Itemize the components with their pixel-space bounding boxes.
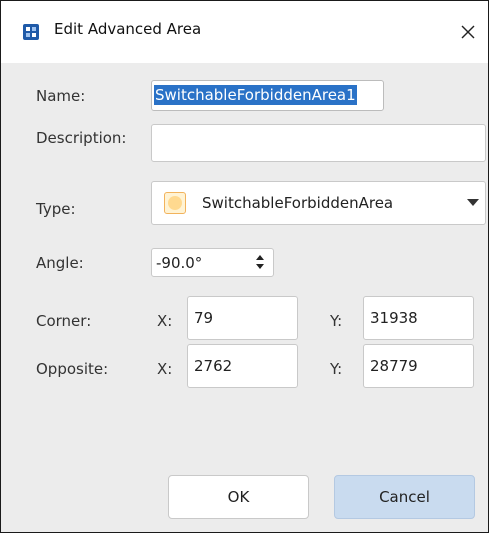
angle-label: Angle: — [36, 254, 84, 272]
corner-label: Corner: — [36, 312, 92, 330]
cancel-button[interactable]: Cancel — [334, 475, 475, 519]
spin-down-icon[interactable] — [256, 264, 264, 269]
description-label: Description: — [36, 129, 127, 147]
opposite-label: Opposite: — [36, 360, 109, 378]
opposite-y-label: Y: — [330, 360, 343, 378]
ok-button[interactable]: OK — [168, 475, 309, 519]
close-icon — [461, 25, 475, 38]
opposite-x-field[interactable] — [187, 344, 298, 388]
grid-app-icon — [23, 24, 39, 40]
opposite-y-field[interactable] — [363, 344, 474, 388]
angle-value: -90.0° — [156, 254, 203, 272]
chevron-down-icon — [467, 199, 479, 206]
angle-spinner[interactable]: -90.0° — [151, 248, 274, 277]
area-swatch-icon — [164, 192, 186, 214]
name-field[interactable]: SwitchableForbiddenArea1 — [151, 80, 384, 111]
name-label: Name: — [36, 87, 86, 105]
title-bar: Edit Advanced Area — [1, 1, 488, 63]
close-button[interactable] — [448, 11, 488, 51]
corner-y-field[interactable] — [363, 296, 474, 340]
name-field-value: SwitchableForbiddenArea1 — [154, 85, 357, 105]
corner-x-field[interactable] — [187, 296, 298, 340]
corner-x-label: X: — [157, 312, 173, 330]
description-field[interactable] — [151, 124, 486, 162]
type-select-value: SwitchableForbiddenArea — [202, 194, 394, 212]
edit-advanced-area-dialog: Edit Advanced Area Name: SwitchableForbi… — [0, 0, 489, 533]
dialog-title: Edit Advanced Area — [54, 20, 202, 38]
corner-y-label: Y: — [330, 312, 343, 330]
spin-up-icon[interactable] — [256, 255, 264, 260]
opposite-x-label: X: — [157, 360, 173, 378]
type-label: Type: — [36, 200, 76, 218]
type-select[interactable]: SwitchableForbiddenArea — [151, 181, 486, 225]
